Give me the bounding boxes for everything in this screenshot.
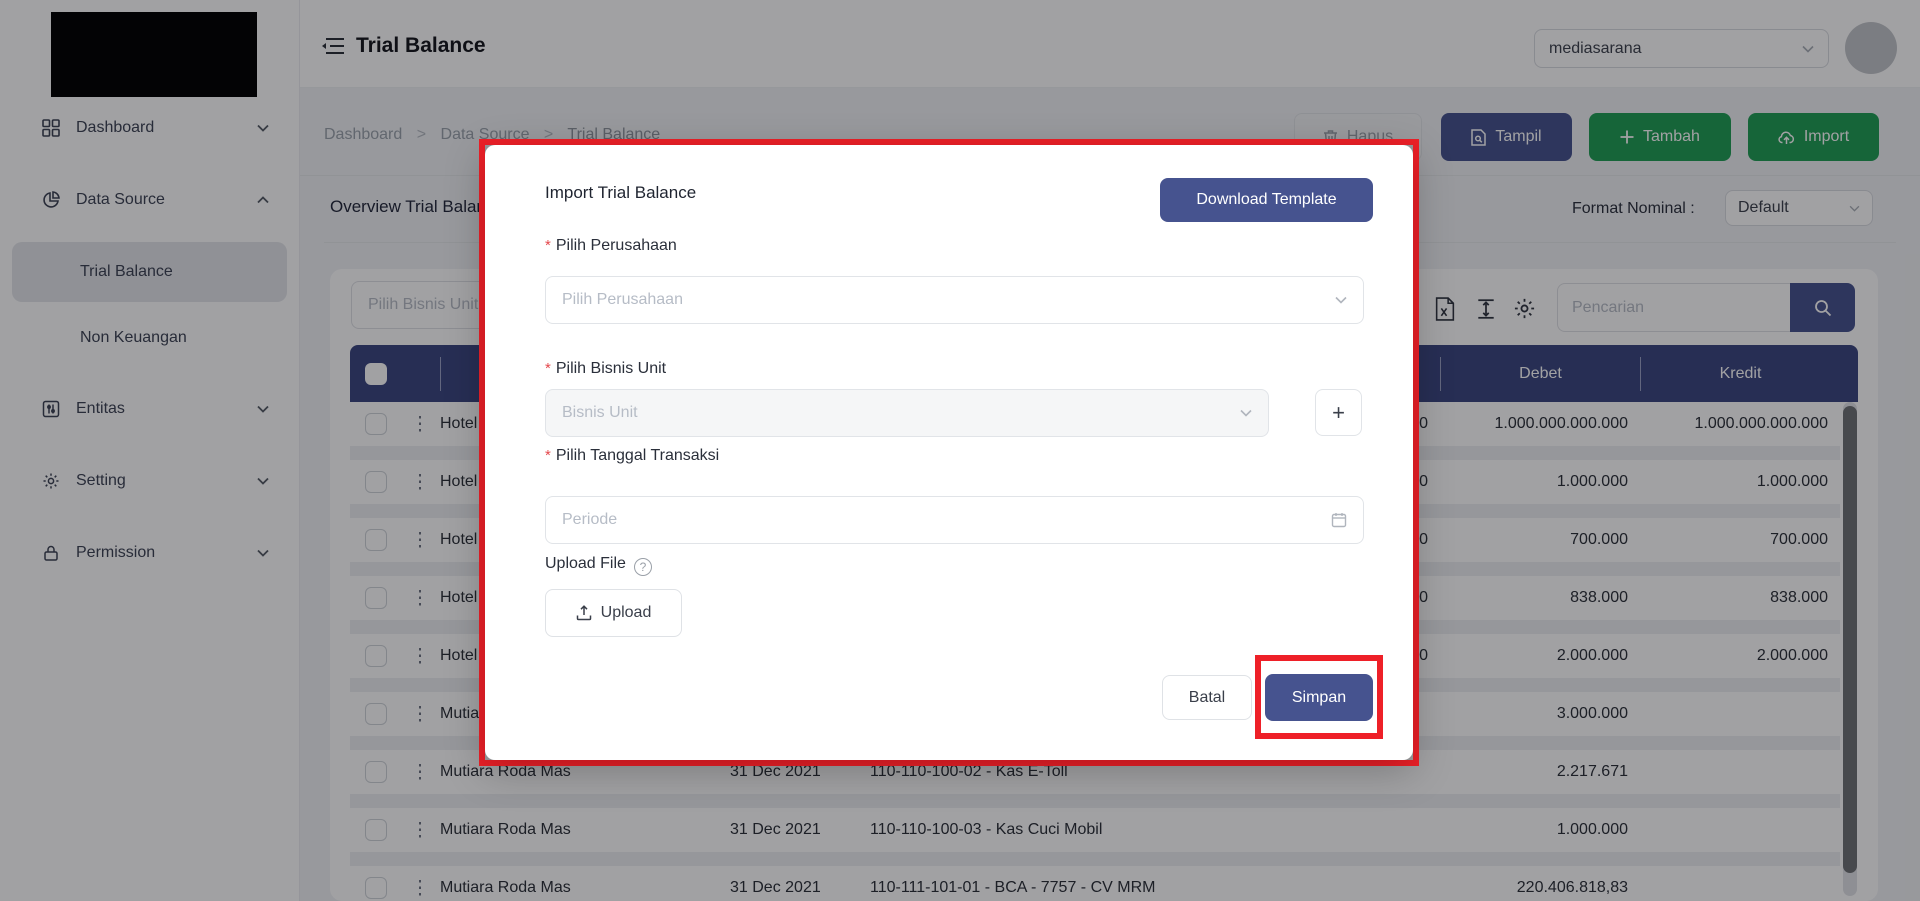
tanggal-label: *Pilih Tanggal Transaksi	[545, 447, 719, 465]
simpan-button[interactable]: Simpan	[1265, 674, 1373, 721]
bisnis-unit-label: *Pilih Bisnis Unit	[545, 360, 666, 378]
plus-icon: +	[1332, 400, 1345, 426]
upload-button-label: Upload	[601, 604, 652, 622]
calendar-icon	[1331, 512, 1347, 528]
upload-button[interactable]: Upload	[545, 589, 682, 637]
upload-tray-icon	[576, 605, 592, 621]
periode-placeholder: Periode	[562, 511, 617, 529]
perusahaan-placeholder: Pilih Perusahaan	[562, 291, 683, 309]
bisnis-unit-select[interactable]: Bisnis Unit	[545, 389, 1269, 437]
app-root: Dashboard Data Source Trial Balance Non …	[0, 0, 1920, 901]
bisnis-unit-placeholder: Bisnis Unit	[562, 404, 638, 422]
required-asterisk: *	[545, 237, 551, 254]
chevron-down-icon	[1335, 296, 1347, 304]
batal-label: Batal	[1189, 689, 1225, 707]
required-asterisk: *	[545, 360, 551, 377]
download-template-label: Download Template	[1196, 191, 1336, 209]
download-template-button[interactable]: Download Template	[1160, 178, 1373, 222]
upload-file-label: Upload File?	[545, 555, 652, 576]
import-modal: Import Trial Balance Download Template *…	[485, 145, 1413, 760]
perusahaan-select[interactable]: Pilih Perusahaan	[545, 276, 1364, 324]
simpan-label: Simpan	[1292, 689, 1346, 707]
chevron-down-icon	[1240, 409, 1252, 417]
modal-title: Import Trial Balance	[545, 183, 696, 203]
annotation-box-modal: Import Trial Balance Download Template *…	[479, 139, 1419, 766]
help-icon[interactable]: ?	[634, 558, 652, 576]
batal-button[interactable]: Batal	[1162, 675, 1252, 720]
periode-date-input[interactable]: Periode	[545, 496, 1364, 544]
perusahaan-label: *Pilih Perusahaan	[545, 237, 677, 255]
add-bisnis-unit-button[interactable]: +	[1315, 389, 1362, 436]
required-asterisk: *	[545, 447, 551, 464]
